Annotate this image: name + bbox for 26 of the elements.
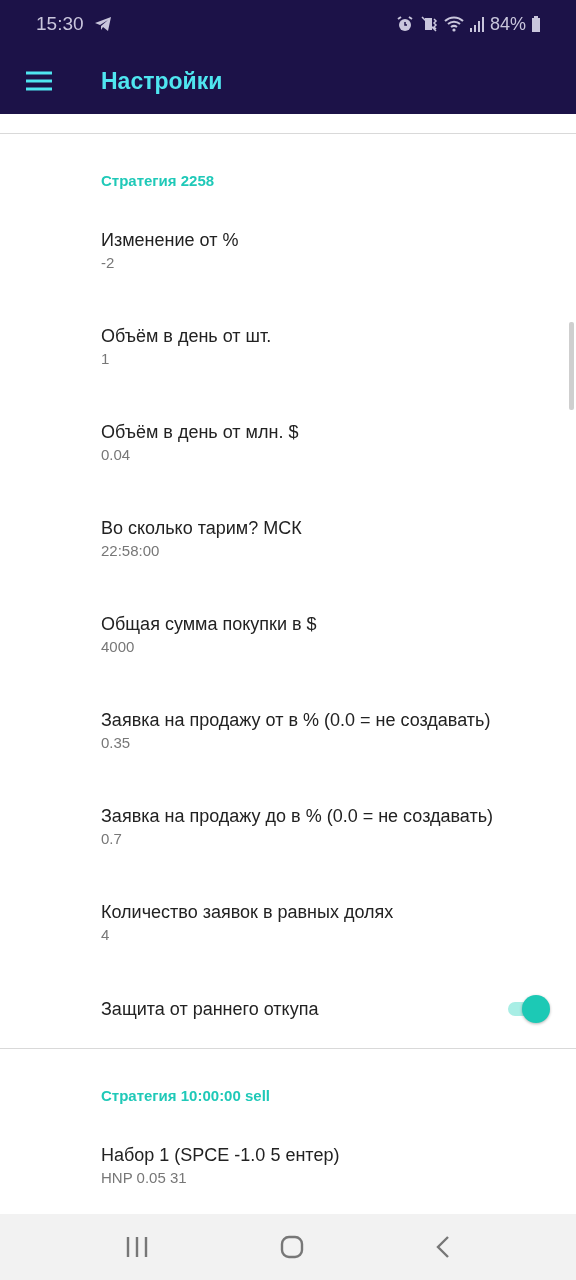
signal-icon bbox=[469, 16, 484, 33]
settings-item[interactable]: Объём в день от млн. $ 0.04 bbox=[0, 394, 576, 491]
screen-title: Настройки bbox=[101, 67, 223, 95]
toggle-switch[interactable] bbox=[506, 994, 550, 1023]
settings-item[interactable]: Заявка на продажу до в % (0.0 = не создавать) 0.7 bbox=[0, 778, 576, 875]
recent-apps-icon[interactable] bbox=[125, 1235, 150, 1258]
settings-item[interactable]: Объём в день от шт. 1 bbox=[0, 298, 576, 395]
back-icon[interactable] bbox=[434, 1234, 451, 1259]
settings-item[interactable]: Количество заявок в равных долях 4 bbox=[0, 874, 576, 971]
wifi-icon bbox=[443, 16, 464, 33]
menu-icon[interactable] bbox=[26, 71, 52, 92]
section-header: Стратегия 2258 bbox=[101, 171, 215, 189]
battery-percent: 84% bbox=[489, 13, 526, 35]
battery-icon bbox=[532, 16, 540, 33]
settings-item[interactable]: Набор 1 (SPCE -1.0 5 ентер) HNP 0.05 31 bbox=[0, 1117, 576, 1214]
settings-item[interactable]: Изменение от % -2 bbox=[0, 202, 576, 299]
setting-label: Защита от раннего откупа bbox=[101, 997, 319, 1021]
section-header: Стратегия 10:00:00 sell bbox=[101, 1086, 270, 1104]
vibrate-off-icon bbox=[419, 15, 438, 34]
settings-item[interactable]: Во сколько тарим? МСК 22:58:00 bbox=[0, 490, 576, 587]
settings-item[interactable]: Общая сумма покупки в $ 4000 bbox=[0, 586, 576, 683]
status-time: 15:30 bbox=[36, 13, 84, 36]
paper-plane-icon bbox=[93, 16, 112, 33]
alarm-clock-icon bbox=[395, 15, 414, 34]
home-icon[interactable] bbox=[280, 1234, 304, 1259]
settings-item[interactable]: Заявка на продажу от в % (0.0 = не создавать) 0.35 bbox=[0, 682, 576, 779]
